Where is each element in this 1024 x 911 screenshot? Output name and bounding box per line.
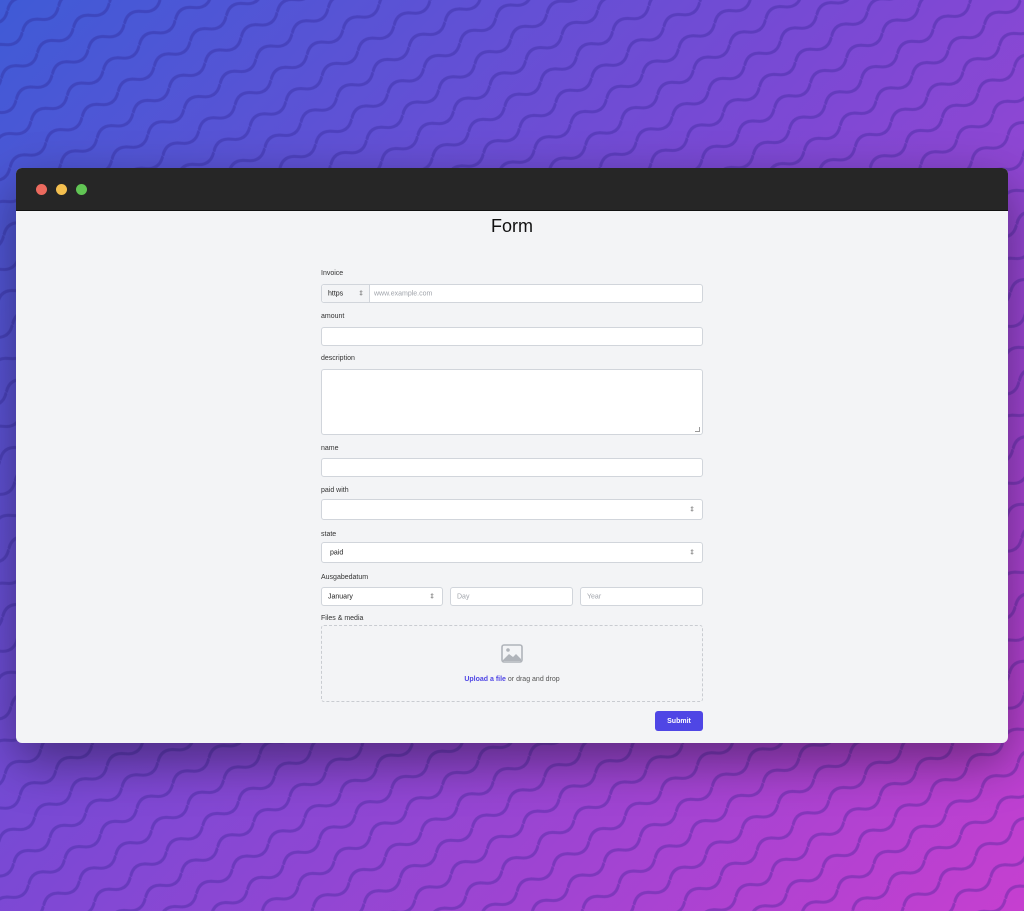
minimize-window-icon[interactable] — [56, 184, 67, 195]
app-window: Form Invoice https ⇕ www.example.com amo… — [16, 168, 1008, 743]
resize-handle-icon[interactable] — [695, 427, 700, 432]
amount-input[interactable] — [321, 327, 703, 346]
upload-text: Upload a file or drag and drop — [322, 676, 702, 683]
name-input[interactable] — [321, 458, 703, 477]
year-input[interactable]: Year — [580, 587, 703, 606]
amount-label: amount — [321, 313, 345, 320]
upload-file-link[interactable]: Upload a file — [464, 676, 506, 683]
window-titlebar — [16, 168, 1008, 211]
image-icon — [501, 644, 523, 663]
description-textarea[interactable] — [321, 369, 703, 435]
files-label: Files & media — [321, 615, 364, 622]
window-content: Form Invoice https ⇕ www.example.com amo… — [16, 211, 1008, 743]
file-dropzone[interactable]: Upload a file or drag and drop — [321, 625, 703, 702]
paid-with-select[interactable]: ⇕ — [321, 499, 703, 520]
invoice-url-field: https ⇕ www.example.com — [321, 284, 703, 303]
month-value: January — [328, 593, 353, 600]
date-label: Ausgabedatum — [321, 574, 369, 581]
state-label: state — [321, 531, 337, 538]
invoice-label: Invoice — [321, 270, 344, 277]
name-label: name — [321, 445, 339, 452]
description-label: description — [321, 355, 355, 362]
day-input[interactable]: Day — [450, 587, 573, 606]
page-title: Form — [491, 216, 533, 236]
chevron-updown-icon: ⇕ — [429, 593, 435, 600]
chevron-updown-icon: ⇕ — [689, 549, 695, 556]
state-select[interactable]: paid ⇕ — [321, 542, 703, 563]
close-window-icon[interactable] — [36, 184, 47, 195]
protocol-select[interactable]: https ⇕ — [322, 285, 370, 302]
submit-button[interactable]: Submit — [655, 711, 703, 731]
chevron-updown-icon: ⇕ — [358, 290, 364, 297]
month-select[interactable]: January ⇕ — [321, 587, 443, 606]
state-value: paid — [330, 549, 344, 556]
chevron-updown-icon: ⇕ — [689, 506, 695, 513]
upload-hint: or drag and drop — [507, 676, 560, 683]
day-placeholder: Day — [457, 593, 470, 600]
year-placeholder: Year — [587, 593, 602, 600]
maximize-window-icon[interactable] — [76, 184, 87, 195]
invoice-url-input[interactable]: www.example.com — [374, 290, 432, 297]
protocol-value: https — [328, 290, 344, 297]
paid-with-label: paid with — [321, 487, 349, 494]
